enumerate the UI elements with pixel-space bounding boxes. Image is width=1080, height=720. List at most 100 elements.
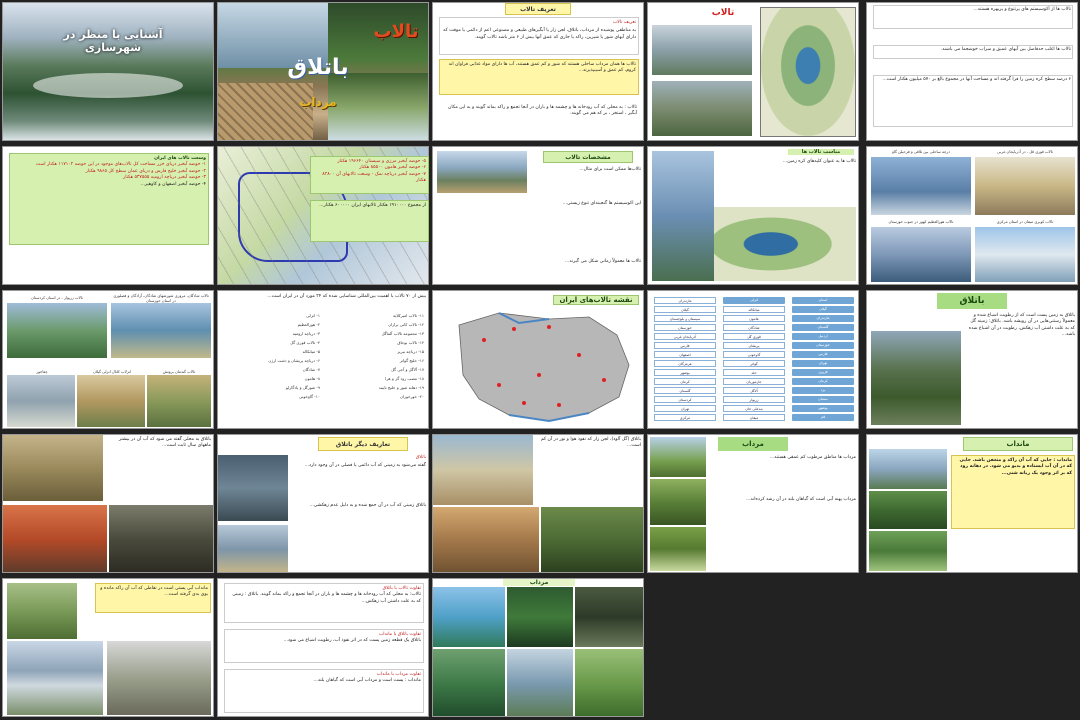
mud-figure-photo — [109, 505, 213, 572]
difference-text-2: باتلاق یک قطعه زمین پست که در اثر نفوذ آ… — [283, 638, 421, 644]
wetland-cell: شادگان — [723, 324, 785, 331]
slide-thumbnail-8[interactable]: ۵- حوضه آبخیز مرزی و سیستان ۱۹۶۶۴۰ هکتار… — [310, 146, 429, 285]
reed-huts-photo — [3, 435, 103, 501]
slide-thumbnail-2[interactable]: تالاب باتلاق مرداب — [217, 2, 429, 141]
wetland-marker[interactable] — [577, 353, 581, 357]
brand-word-2: باتلاق — [287, 55, 349, 80]
slide-thumbnail-19[interactable]: باتلاق (گل آلود)، لجن زار که نفوذ هوا و … — [432, 434, 644, 573]
wetland-cell: زریوار — [723, 396, 785, 403]
slide-thumbnail-16[interactable]: باتلاق باتلاق به زمین پست است که از رطوب… — [866, 290, 1078, 429]
definition-heading: تعریف تالاب — [612, 20, 636, 25]
slide-thumbnail-12[interactable]: تالاب شادگان، مروری شورشهای شادگان، آزاد… — [2, 290, 214, 429]
ramsar-list-left: ۱- انزلی ۲- هورالعظیم ۳- دریاچه ارومیه ۴… — [222, 311, 320, 401]
stagnant-water-text: مانداب : جایی که آب آن راکد و متعفن باشد… — [959, 458, 1072, 476]
tropical-photo — [433, 587, 505, 647]
slide-thumbnail-20[interactable]: مرداب مرداب ها مناطق مرطوب کم عمقی هستند… — [647, 434, 859, 573]
ramsar-item: ۱۸- مصب رود گز و هرا — [385, 376, 424, 381]
caption-3: تالاب هورالعظیم کهور در جنوب خوزستان — [888, 219, 954, 224]
slide-thumbnail-4[interactable]: تالاب — [647, 2, 859, 141]
slide-thumbnail-18[interactable]: تعاریف دیگر باتلاق باتلاق گفته می‌شود به… — [217, 434, 429, 573]
ramsar-item: ۹- شورگل و یادگارلو — [285, 385, 320, 390]
wetland-marker[interactable] — [602, 378, 606, 382]
wetland-marker[interactable] — [557, 403, 561, 407]
wetland-satellite-right — [714, 207, 856, 281]
iran-outline — [458, 312, 630, 422]
slide-thumbnail-9[interactable]: مشخصات تالاب تالاب‌ها ممکن است برای مثال… — [432, 146, 644, 285]
characteristics-footer: تالاب ها معمولاً زمانی شکل می گیرند... — [564, 259, 641, 264]
slide-title: تعریف تالاب — [505, 3, 571, 15]
caption-1: درچه ساحلی بین تلاقی و فرحیلن گاو — [892, 149, 950, 154]
slide-thumbnail-22[interactable]: مانداب آبی پستی است در نقاطی که آب آن را… — [2, 578, 214, 717]
difference-text-3: مانداب : پست است و مرداب آبی است که گیاه… — [313, 678, 421, 684]
boat-photo — [869, 449, 947, 489]
slide-thumbnail-23[interactable]: تفاوت تالاب با باتلاق تالاب: به محلی که … — [217, 578, 429, 717]
swamp-text: باتلاق به محلی گفته می شود که آب آن در ب… — [118, 437, 211, 449]
slide-title: باتلاق — [937, 293, 1007, 309]
wetland-marker[interactable] — [482, 338, 486, 342]
ramsar-item: ۱- انزلی — [306, 313, 320, 318]
slide-thumbnail-14[interactable]: نقشه تالاب‌های ایران — [432, 290, 644, 429]
slide-thumbnail-24[interactable]: مرداب — [432, 578, 644, 717]
province-cell: فارس — [654, 342, 716, 349]
slide-thumbnail-15[interactable]: مازندران گیلان سیستان و بلوچستان خوزستان… — [647, 290, 859, 429]
difference-box-2: تفاوت باتلاق با مانداب باتلاق یک قطعه زم… — [224, 629, 424, 663]
region-cell: یزد — [792, 387, 854, 394]
province-cell: کردستان — [654, 396, 716, 403]
slide-thumbnail-17[interactable]: باتلاق به محلی گفته می شود که آب آن در ب… — [2, 434, 214, 573]
note-box: تالاب ها اغلب حدفاصل بین آبهای عمیق و سر… — [873, 45, 1073, 59]
ramsar-list-right: ۱۱- تالاب امیرکلایه ۱۲- تالاب کانی برازا… — [326, 311, 424, 401]
wetland-satellite-left — [652, 151, 714, 281]
wetland-marker[interactable] — [547, 325, 551, 329]
slide-thumbnail-13[interactable]: بیش از ۷۰ تالاب با اهمیت بین‌المللی شناس… — [217, 290, 429, 429]
birds-wetland-photo — [871, 227, 971, 282]
wetland-marker[interactable] — [522, 401, 526, 405]
lily-photo-2 — [869, 531, 947, 571]
ramsar-item: ۱۳- مجموعه تالاب آلماگل — [381, 331, 424, 336]
ramsar-item: ۱۱- تالاب امیرکلایه — [393, 313, 424, 318]
swamp-photo — [871, 331, 961, 425]
slide-title: مرداب — [718, 437, 788, 451]
slide-thumbnail-10[interactable]: مناسب تالاب ها تالاب ها به عنوان کلیه‌ها… — [647, 146, 859, 285]
brand-word-1: تالاب — [373, 21, 419, 42]
region-cell: قزوین — [792, 369, 854, 376]
basin-area-box: وسعت تالاب های ایران ۱- حوضه آبخیز دریای… — [9, 153, 209, 245]
wetland-marker[interactable] — [512, 327, 516, 331]
bog-text-2: باتلاق زمینی که آب در آن جمع شده و به دل… — [309, 503, 426, 508]
wetland-marker[interactable] — [537, 373, 541, 377]
characteristics-body: این اکوسیستم ها گنجینه‌ای تنوع زیستی... — [562, 201, 641, 206]
slide-thumbnail-1[interactable]: آشنایی با منظر در شهرسازی — [2, 2, 214, 141]
grassland-photo — [7, 583, 77, 639]
wetland-cell: بندعلی خان — [723, 405, 785, 412]
caption-4: انزلاب کانال انزلی گیلان — [92, 369, 132, 374]
slide-thumbnail-5[interactable]: تالاب ها از اکوسیستم های پرتنوع و پربهره… — [866, 2, 1078, 141]
slide-thumbnail-11[interactable]: درچه ساحلی بین تلاقی و فرحیلن گاو تالاب … — [866, 146, 1078, 285]
wetland-column: انزلی میانکاله هامون شادگان قوری گل پریش… — [723, 295, 785, 423]
wetland-cell: میقان — [723, 414, 785, 421]
province-cell: بوشهر — [654, 369, 716, 376]
slide-thumbnail-3[interactable]: تعریف تالاب تعریف تالاب به مناطقی پوشیده… — [432, 2, 644, 141]
ramsar-item: ۷- شادگان — [302, 367, 320, 372]
slide-thumbnail-21[interactable]: مانداب مانداب : جایی که آب آن راکد و متع… — [866, 434, 1078, 573]
wetland-cell: جازموریان — [723, 378, 785, 385]
mossy-bog-photo — [541, 507, 643, 572]
wetland-cell: قوری گل — [723, 333, 785, 340]
slide-title: مناسب تالاب ها — [788, 149, 854, 155]
chaghakhor-photo — [7, 375, 75, 427]
ramsar-item: ۱۷- آلاگل و آجی گل — [391, 367, 424, 372]
slide-thumbnail-6[interactable]: وسعت تالاب های ایران ۱- حوضه آبخیز دریای… — [2, 146, 214, 285]
wetland-marker[interactable] — [497, 383, 501, 387]
province-cell: گیلان — [654, 306, 716, 313]
highlight-text: تالاب ها همان مرداب ساحلی هستند که شور و… — [448, 62, 636, 74]
stagnant-note-box: مانداب آبی پستی است در نقاطی که آب آن را… — [95, 583, 211, 613]
ramsar-item: ۳- دریاچه ارومیه — [292, 331, 320, 336]
frozen-lake-photo — [7, 641, 103, 715]
ramsar-item: ۲- هورالعظیم — [297, 322, 320, 327]
flamingo-lake-photo — [871, 157, 971, 215]
wetland-cell: هامون — [723, 315, 785, 322]
ramsar-item: ۴- تالاب قوری گل — [290, 340, 320, 345]
wetland-cell: میانکاله — [723, 306, 785, 313]
swamp-definition: باتلاق به زمین پست است که از رطوبت اشباع… — [968, 313, 1075, 338]
iran-map-svg — [458, 312, 630, 423]
definition-box: تعریف تالاب به مناطقی پوشیده از مرداب، ب… — [439, 17, 639, 55]
sunset-swamp-photo — [3, 505, 107, 572]
